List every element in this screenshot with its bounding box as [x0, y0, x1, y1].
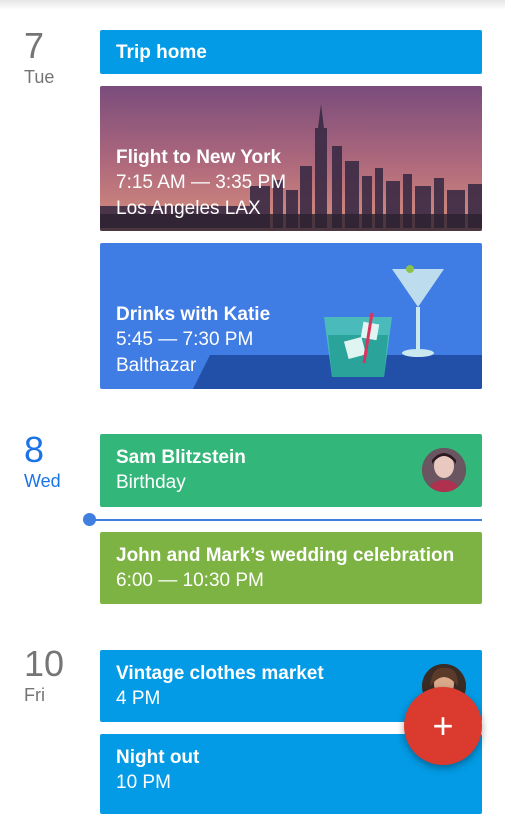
event-drinks[interactable]: Drinks with Katie 5:45 — 7:30 PM Balthaz… [100, 243, 482, 389]
current-time-line [90, 519, 482, 521]
event-time: 10 PM [116, 772, 171, 793]
event-sam-birthday[interactable]: Sam Blitzstein Birthday [100, 434, 482, 507]
current-time-dot [83, 513, 96, 526]
date-7-tue: 7 Tue [24, 28, 84, 88]
event-wedding[interactable]: John and Mark’s wedding celebration 6:00… [100, 532, 482, 604]
day-of-week: Wed [24, 471, 61, 491]
avatar [422, 448, 466, 492]
event-subtitle: Birthday [116, 472, 186, 493]
event-text: Drinks with Katie 5:45 — 7:30 PM Balthaz… [116, 303, 270, 379]
top-shadow [0, 0, 505, 10]
event-location: Balthazar [116, 355, 197, 376]
event-title: Vintage clothes market [116, 663, 324, 684]
event-flight[interactable]: Flight to New York 7:15 AM — 3:35 PM Los… [100, 86, 482, 231]
date-number: 8 [24, 429, 45, 470]
date-8-wed: 8 Wed [24, 432, 84, 492]
event-time: 6:00 — 10:30 PM [116, 570, 264, 591]
event-text: Flight to New York 7:15 AM — 3:35 PM Los… [116, 146, 286, 222]
event-title: John and Mark’s wedding celebration [116, 545, 455, 566]
event-time: 5:45 — 7:30 PM [116, 329, 254, 350]
event-title: Drinks with Katie [116, 304, 271, 325]
date-number: 10 [24, 643, 65, 684]
event-location: Los Angeles LAX [116, 198, 261, 219]
add-event-button[interactable]: + [404, 687, 482, 765]
day-of-week: Fri [24, 685, 45, 705]
date-10-fri: 10 Fri [24, 646, 84, 706]
event-trip-home[interactable]: Trip home [100, 30, 482, 74]
event-title: Sam Blitzstein [116, 447, 246, 468]
event-title: Flight to New York [116, 147, 282, 168]
day-of-week: Tue [24, 67, 55, 87]
event-title: Trip home [116, 42, 207, 63]
event-time: 7:15 AM — 3:35 PM [116, 172, 287, 193]
date-number: 7 [24, 25, 45, 66]
plus-icon: + [432, 705, 454, 746]
